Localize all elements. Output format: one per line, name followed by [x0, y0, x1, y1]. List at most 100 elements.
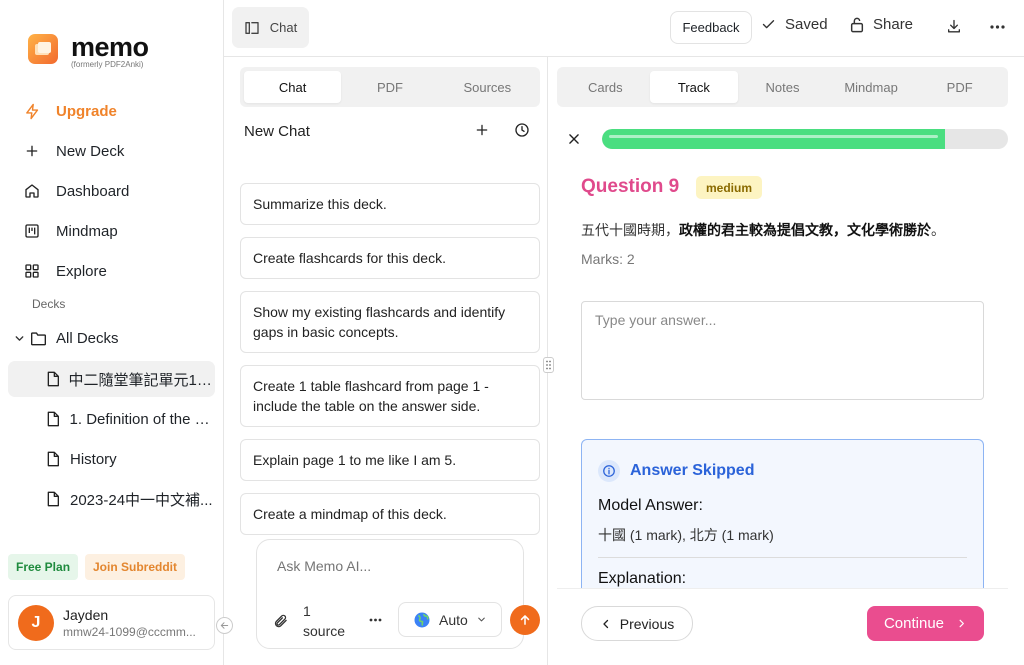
panel-icon [244, 21, 260, 35]
chat-toggle-label: Chat [269, 20, 298, 35]
source-count-number: 1 [303, 603, 311, 619]
upgrade-link[interactable]: Upgrade [24, 99, 214, 123]
close-icon[interactable] [567, 132, 581, 146]
track-panel: Cards Track Notes Mindmap PDF Question 9… [549, 57, 1024, 665]
deck-item[interactable]: History [8, 441, 215, 477]
feedback-button[interactable]: Feedback [670, 11, 752, 44]
nav-label: Mindmap [56, 222, 118, 240]
tab-chat[interactable]: Chat [244, 71, 342, 103]
join-subreddit-button[interactable]: Join Subreddit [85, 554, 185, 580]
previous-button[interactable]: Previous [581, 606, 693, 641]
quiz-progress-bar [602, 129, 1008, 149]
answer-status-label: Answer Skipped [630, 462, 755, 479]
nav-explore[interactable]: Explore [24, 259, 214, 283]
all-decks-folder[interactable]: All Decks [8, 320, 215, 356]
decks-section-label: Decks [32, 297, 66, 311]
chevron-down-icon [476, 614, 487, 625]
board-icon [24, 223, 56, 239]
suggestion-identify-gaps[interactable]: Show my existing flashcards and identify… [240, 291, 540, 353]
logo[interactable]: memo (formerly PDF2Anki) [28, 34, 149, 69]
plus-icon[interactable] [475, 123, 489, 137]
divider [598, 557, 967, 558]
nav-dashboard[interactable]: Dashboard [24, 179, 214, 203]
tab-notes[interactable]: Notes [738, 71, 827, 103]
chat-panel: Chat PDF Sources New Chat Summarize this… [224, 57, 548, 665]
nav-mindmap[interactable]: Mindmap [24, 219, 214, 243]
logo-subtitle: (formerly PDF2Anki) [71, 60, 144, 69]
suggestion-summarize[interactable]: Summarize this deck. [240, 183, 540, 225]
deck-title: 中二隨堂筆記單元1宋... [68, 371, 215, 389]
all-decks-label: All Decks [56, 329, 119, 347]
file-icon [46, 371, 69, 387]
lock-icon [850, 17, 864, 33]
tab-track[interactable]: Track [649, 71, 739, 103]
file-icon [46, 491, 70, 507]
upgrade-label: Upgrade [56, 102, 117, 120]
source-count-label: source [303, 623, 346, 639]
paperclip-icon[interactable] [273, 613, 288, 629]
model-answer-text: 十國 (1 mark), 北方 (1 mark) [598, 527, 774, 543]
tab-pdf[interactable]: PDF [341, 71, 438, 103]
tab-mindmap[interactable]: Mindmap [827, 71, 916, 103]
logo-name: memo [71, 32, 149, 62]
continue-label: Continue [883, 615, 945, 632]
send-button[interactable] [510, 605, 540, 635]
chevron-down-icon[interactable] [8, 332, 30, 345]
share-label: Share [873, 16, 914, 33]
lightning-icon [24, 103, 56, 120]
free-plan-badge[interactable]: Free Plan [8, 554, 79, 580]
top-bar: Chat Feedback Saved Share [224, 0, 1024, 57]
content-tabs: Cards Track Notes Mindmap PDF [557, 67, 1008, 107]
nav-label: Dashboard [56, 182, 130, 200]
answer-input[interactable] [581, 301, 984, 400]
more-options-icon[interactable] [369, 618, 382, 622]
quiz-progress-fill [602, 129, 946, 149]
tab-sources[interactable]: Sources [439, 71, 536, 103]
deck-title: 2023-24中一中文補... [70, 491, 213, 509]
tab-cards[interactable]: Cards [561, 71, 650, 103]
answer-status: Answer Skipped [598, 460, 754, 482]
saved-label: Saved [785, 16, 828, 33]
chat-composer: 1 source Auto [256, 539, 524, 649]
suggestion-create-flashcards[interactable]: Create flashcards for this deck. [240, 237, 540, 279]
question-text-suffix: 。 [931, 222, 945, 238]
chat-input[interactable] [277, 558, 507, 574]
suggestion-table-flashcard[interactable]: Create 1 table flashcard from page 1 - i… [240, 365, 540, 427]
arrow-up-icon [518, 613, 532, 627]
question-title: Question 9 [581, 176, 680, 197]
memo-logo-icon [28, 34, 58, 64]
user-name: Jayden [63, 606, 109, 623]
model-select-value: Auto [439, 611, 468, 628]
info-icon [598, 460, 620, 482]
deck-item[interactable]: 中二隨堂筆記單元1宋... [8, 361, 215, 397]
model-select[interactable]: Auto [398, 602, 502, 637]
continue-button[interactable]: Continue [867, 606, 984, 641]
sidebar: memo (formerly PDF2Anki) Upgrade New Dec… [0, 0, 224, 665]
question-text-prefix: 五代十國時期， [581, 222, 679, 238]
more-options-icon[interactable] [990, 25, 1005, 29]
history-clock-icon[interactable] [514, 122, 530, 138]
check-icon [761, 17, 776, 32]
tab-pdf[interactable]: PDF [915, 71, 1004, 103]
file-icon [46, 451, 70, 467]
question-nav-footer: Previous Continue [557, 588, 1008, 658]
deck-item[interactable]: 2023-24中一中文補... [8, 481, 215, 517]
explanation-label: Explanation: [598, 570, 687, 587]
nav-label: Explore [56, 262, 107, 280]
suggestion-create-mindmap[interactable]: Create a mindmap of this deck. [240, 493, 540, 535]
chat-toggle-button[interactable]: Chat [232, 7, 309, 48]
chevron-right-icon [956, 618, 967, 629]
download-icon[interactable] [946, 18, 962, 35]
suggestion-explain-page[interactable]: Explain page 1 to me like I am 5. [240, 439, 540, 481]
share-button[interactable]: Share [850, 16, 913, 33]
folder-icon [30, 331, 56, 346]
saved-status: Saved [761, 16, 828, 33]
new-chat-title: New Chat [244, 123, 310, 140]
question-text-emphasis: 政權的君主較為提倡文教，文化學術勝於 [679, 222, 931, 238]
deck-title: 1. Definition of the R... [69, 410, 215, 428]
nav-new-deck[interactable]: New Deck [24, 139, 214, 163]
user-card[interactable]: J Jayden mmw24-1099@cccmm... [8, 595, 215, 650]
source-count[interactable]: 1 source [303, 601, 345, 641]
chevron-left-icon [600, 618, 612, 630]
deck-item[interactable]: 1. Definition of the R... [8, 401, 215, 437]
